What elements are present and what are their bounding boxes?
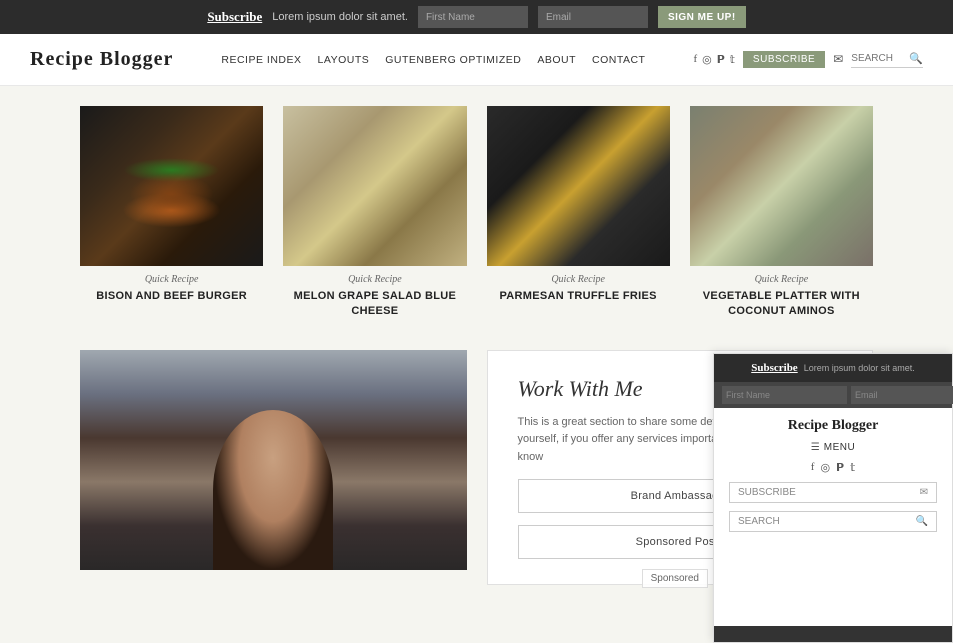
subscribe-bar-title: Subscribe — [207, 9, 262, 25]
overlay-menu-label: MENU — [824, 442, 855, 453]
email-icon: ✉ — [833, 52, 843, 67]
nav-search[interactable]: 🔍 — [851, 52, 923, 68]
overlay-email-icon: ✉ — [920, 487, 928, 498]
recipe-image-2 — [487, 106, 670, 266]
instagram-icon[interactable]: ◎ — [702, 53, 712, 66]
recipe-tag-2: Quick Recipe — [551, 274, 605, 285]
nav-subscribe-button[interactable]: SUBSCRIBE — [743, 51, 825, 68]
overlay-search-icon: 🔍 — [916, 516, 928, 527]
navbar: Recipe Blogger RECIPE INDEX LAYOUTS GUTE… — [0, 34, 953, 86]
overlay-firstname-input[interactable] — [722, 386, 847, 404]
nav-link-recipe-index[interactable]: RECIPE INDEX — [221, 54, 301, 66]
nav-link-layouts[interactable]: LAYOUTS — [318, 54, 370, 66]
recipe-title-2: PARMESAN TRUFFLE FRIES — [499, 289, 656, 304]
recipe-tag-3: Quick Recipe — [755, 274, 809, 285]
search-icon: 🔍 — [909, 52, 923, 65]
nav-link-contact[interactable]: CONTACT — [592, 54, 645, 66]
recipe-grid: Quick Recipe BISON AND BEEF BURGER Quick… — [80, 106, 873, 320]
recipe-title-3: VEGETABLE PLATTER WITH COCONUT AMINOS — [690, 289, 873, 320]
overlay-instagram-icon[interactable]: ◎ — [820, 461, 830, 474]
facebook-icon[interactable]: f — [693, 53, 697, 66]
nav-right: f ◎ 𝗣 𝕥 SUBSCRIBE ✉ 🔍 — [693, 51, 923, 68]
overlay-social-row: f ◎ 𝗣 𝕥 — [729, 461, 937, 474]
nav-links: RECIPE INDEX LAYOUTS GUTENBERG OPTIMIZED… — [221, 54, 645, 66]
recipe-tag-1: Quick Recipe — [348, 274, 402, 285]
overlay-input-row: SIGN ME UP! — [714, 382, 952, 408]
overlay-subscribe-title: Subscribe — [751, 362, 797, 374]
nav-link-gutenberg[interactable]: GUTENBERG OPTIMIZED — [385, 54, 521, 66]
overlay-twitter-icon[interactable]: 𝕥 — [850, 461, 855, 474]
pinterest-icon[interactable]: 𝗣 — [717, 53, 725, 66]
subscribe-bar-button[interactable]: SIGN ME UP! — [658, 6, 746, 28]
overlay-logo: Recipe Blogger — [729, 418, 937, 434]
recipe-card-1[interactable]: Quick Recipe MELON GRAPE SALAD BLUE CHEE… — [283, 106, 466, 320]
subscribe-bar: Subscribe Lorem ipsum dolor sit amet. SI… — [0, 0, 953, 34]
overlay-facebook-icon[interactable]: f — [811, 461, 815, 474]
mobile-overlay: Subscribe Lorem ipsum dolor sit amet. SI… — [713, 353, 953, 643]
overlay-dark-button[interactable] — [714, 626, 952, 642]
subscribe-firstname-input[interactable] — [418, 6, 528, 28]
recipe-title-0: BISON AND BEEF BURGER — [96, 289, 247, 304]
recipe-card-2[interactable]: Quick Recipe PARMESAN TRUFFLE FRIES — [487, 106, 670, 320]
recipe-image-3 — [690, 106, 873, 266]
overlay-subscribe-field[interactable]: SUBSCRIBE ✉ — [729, 482, 937, 503]
portrait-image — [80, 350, 467, 570]
twitter-icon[interactable]: 𝕥 — [730, 53, 735, 66]
recipe-image-0 — [80, 106, 263, 266]
overlay-subscribe-bar: Subscribe Lorem ipsum dolor sit amet. — [714, 354, 952, 382]
overlay-search-field[interactable]: SEARCH 🔍 — [729, 511, 937, 532]
search-input[interactable] — [851, 53, 906, 64]
recipe-tag-0: Quick Recipe — [145, 274, 199, 285]
subscribe-bar-text: Lorem ipsum dolor sit amet. — [272, 11, 408, 23]
overlay-email-input[interactable] — [851, 386, 953, 404]
subscribe-email-input[interactable] — [538, 6, 648, 28]
nav-link-about[interactable]: ABOUT — [537, 54, 576, 66]
recipe-image-1 — [283, 106, 466, 266]
recipe-card-3[interactable]: Quick Recipe VEGETABLE PLATTER WITH COCO… — [690, 106, 873, 320]
recipe-title-1: MELON GRAPE SALAD BLUE CHEESE — [283, 289, 466, 320]
overlay-search-field-label: SEARCH — [738, 516, 911, 527]
nav-logo: Recipe Blogger — [30, 48, 173, 71]
overlay-menu-row: ☰ MENU — [729, 442, 937, 453]
recipe-card-0[interactable]: Quick Recipe BISON AND BEEF BURGER — [80, 106, 263, 320]
overlay-subscribe-text: Lorem ipsum dolor sit amet. — [804, 363, 915, 373]
sponsored-badge: Sponsored — [642, 569, 708, 588]
social-icons: f ◎ 𝗣 𝕥 — [693, 53, 734, 66]
overlay-pinterest-icon[interactable]: 𝗣 — [836, 461, 844, 474]
portrait-container — [80, 350, 467, 570]
hamburger-icon: ☰ — [811, 442, 820, 453]
overlay-subscribe-field-label: SUBSCRIBE — [738, 487, 915, 498]
overlay-body: Recipe Blogger ☰ MENU f ◎ 𝗣 𝕥 SUBSCRIBE … — [714, 408, 952, 626]
